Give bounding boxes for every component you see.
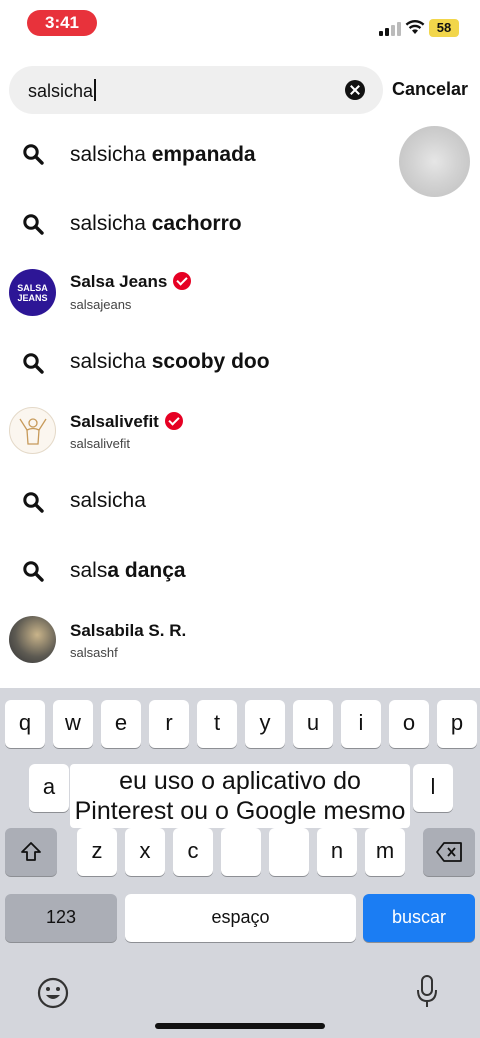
suggestion-label: salsa dança xyxy=(70,559,186,582)
key-x[interactable]: x xyxy=(125,828,165,876)
key-q[interactable]: q xyxy=(5,700,45,748)
microphone-icon[interactable] xyxy=(415,974,439,1010)
account-username: salsashf xyxy=(70,645,118,660)
space-key[interactable]: espaço xyxy=(125,894,356,942)
suggestion-account[interactable]: SALSA JEANS Salsa Jeans salsajeans xyxy=(0,262,480,326)
key-e[interactable]: e xyxy=(101,700,141,748)
suggestion-label: salsicha empanada xyxy=(70,143,256,166)
key-v[interactable] xyxy=(221,828,261,876)
account-name: Salsalivefit xyxy=(70,412,183,432)
account-name: Salsabila S. R. xyxy=(70,621,187,640)
key-z[interactable]: z xyxy=(77,828,117,876)
key-t[interactable]: t xyxy=(197,700,237,748)
key-w[interactable]: w xyxy=(53,700,93,748)
search-input-value[interactable]: salsicha xyxy=(28,79,97,102)
account-username: salsalivefit xyxy=(70,436,130,451)
signal-icon xyxy=(379,22,403,36)
suggestion-label: salsicha scooby doo xyxy=(70,350,270,373)
avatar xyxy=(9,407,56,454)
status-bar: 3:41 58 xyxy=(0,0,480,50)
search-icon xyxy=(23,353,44,374)
backspace-icon xyxy=(436,842,462,862)
keyboard: q w e r t y u i o p a l z x c n m 123 es… xyxy=(0,688,480,1038)
shift-key[interactable] xyxy=(5,828,57,876)
suggestion-query[interactable]: salsicha cachorro xyxy=(0,194,480,254)
key-p[interactable]: p xyxy=(437,700,477,748)
suggestion-query[interactable]: salsa dança xyxy=(0,541,480,601)
suggestion-query[interactable]: salsicha scooby doo xyxy=(0,333,480,393)
key-r[interactable]: r xyxy=(149,700,189,748)
account-username: salsajeans xyxy=(70,297,132,312)
status-time: 3:41 xyxy=(27,10,97,36)
search-icon xyxy=(23,214,44,235)
avatar-illustration xyxy=(19,418,47,445)
touch-indicator xyxy=(399,126,470,197)
shift-icon xyxy=(21,842,41,861)
video-caption: eu uso o aplicativo do Pinterest ou o Go… xyxy=(70,764,410,828)
cancel-button[interactable]: Cancelar xyxy=(392,79,468,100)
verified-icon xyxy=(173,272,192,290)
key-i[interactable]: i xyxy=(341,700,381,748)
suggestion-account[interactable]: Salsalivefit salsalivefit xyxy=(0,401,480,465)
avatar: SALSA JEANS xyxy=(9,269,56,316)
verified-icon xyxy=(164,412,183,430)
numbers-key[interactable]: 123 xyxy=(5,894,117,942)
key-l[interactable]: l xyxy=(413,764,453,812)
emoji-icon[interactable] xyxy=(36,976,70,1010)
suggestion-label: salsicha cachorro xyxy=(70,212,242,235)
battery-icon: 58 xyxy=(429,19,459,37)
search-icon xyxy=(23,492,44,513)
key-c[interactable]: c xyxy=(173,828,213,876)
search-key[interactable]: buscar xyxy=(363,894,475,942)
clear-icon[interactable] xyxy=(345,80,365,100)
avatar xyxy=(9,616,56,663)
key-a[interactable]: a xyxy=(29,764,69,812)
avatar-logo: SALSA JEANS xyxy=(17,283,48,303)
suggestion-query[interactable]: salsicha xyxy=(0,472,480,532)
home-indicator xyxy=(155,1023,325,1029)
key-m[interactable]: m xyxy=(365,828,405,876)
key-b[interactable] xyxy=(269,828,309,876)
backspace-key[interactable] xyxy=(423,828,475,876)
key-y[interactable]: y xyxy=(245,700,285,748)
account-name: Salsa Jeans xyxy=(70,272,192,292)
search-icon xyxy=(23,561,44,582)
key-u[interactable]: u xyxy=(293,700,333,748)
suggestion-label: salsicha xyxy=(70,489,146,512)
wifi-icon xyxy=(405,19,425,34)
search-icon xyxy=(23,144,44,165)
search-input[interactable]: salsicha xyxy=(9,66,383,114)
key-o[interactable]: o xyxy=(389,700,429,748)
suggestion-account[interactable]: Salsabila S. R. salsashf xyxy=(0,609,480,673)
key-n[interactable]: n xyxy=(317,828,357,876)
